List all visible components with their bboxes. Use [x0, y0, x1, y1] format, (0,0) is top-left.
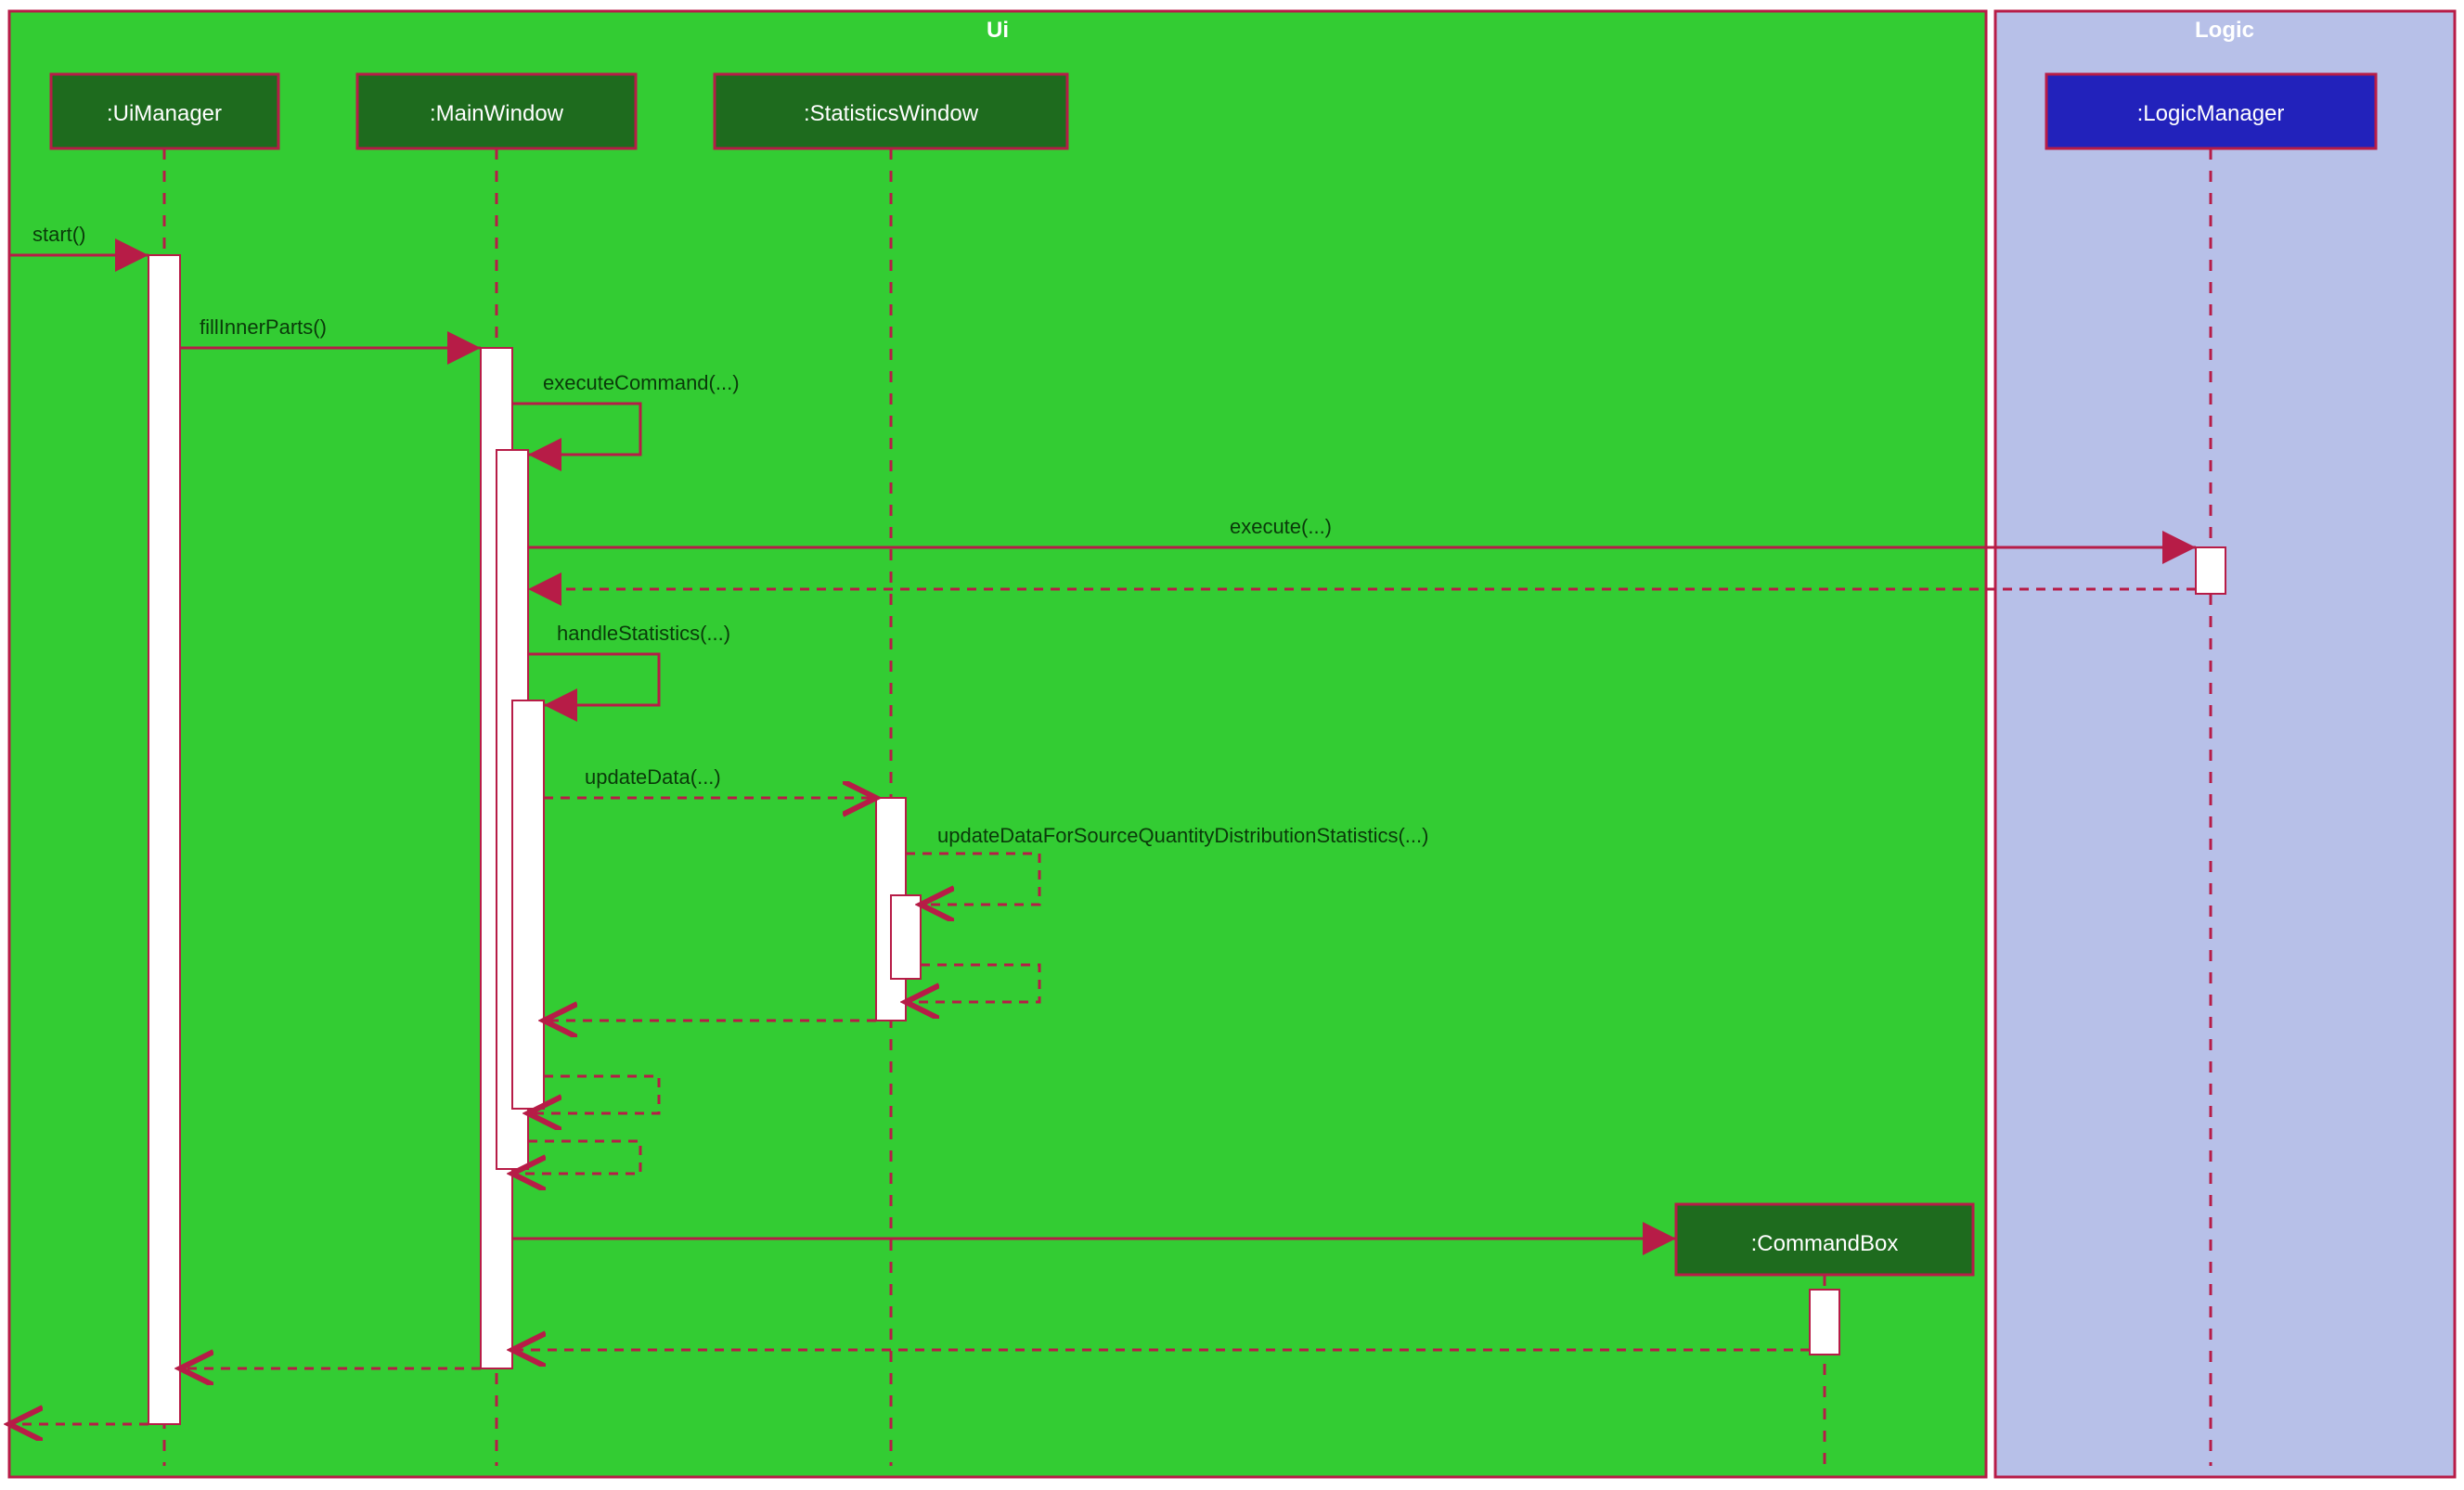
svg-text::CommandBox: :CommandBox	[1751, 1231, 1899, 1256]
activation-statisticswindow-2	[891, 895, 921, 979]
activation-logicmanager	[2196, 547, 2225, 594]
activation-mainwindow-3	[512, 700, 544, 1109]
svg-text::MainWindow: :MainWindow	[430, 101, 564, 126]
lifeline-commandbox-head: :CommandBox	[1676, 1204, 1973, 1275]
msg-handlestatistics-label: handleStatistics(...)	[557, 622, 730, 645]
lifeline-logicmanager-head: :LogicManager	[2046, 74, 2376, 148]
msg-updatedataforsrc-label: updateDataForSourceQuantityDistributionS…	[937, 824, 1428, 847]
msg-execute-label: execute(...)	[1230, 515, 1332, 538]
msg-updatedata-label: updateData(...)	[585, 765, 721, 789]
lifeline-mainwindow-head: :MainWindow	[357, 74, 636, 148]
svg-text::StatisticsWindow: :StatisticsWindow	[804, 101, 979, 126]
msg-fillinnerparts-label: fillInnerParts()	[200, 315, 327, 339]
msg-executecommand-label: executeCommand(...)	[543, 371, 740, 394]
svg-text::LogicManager: :LogicManager	[2137, 101, 2285, 126]
svg-text::UiManager: :UiManager	[107, 101, 222, 126]
frame-logic-title: Logic	[2195, 18, 2254, 43]
lifeline-statisticswindow-head: :StatisticsWindow	[715, 74, 1067, 148]
activation-commandbox	[1810, 1290, 1839, 1355]
frame-logic	[1995, 11, 2455, 1477]
lifeline-uimanager-head: :UiManager	[51, 74, 278, 148]
msg-start-label: start()	[32, 223, 85, 246]
frame-ui-title: Ui	[987, 18, 1009, 43]
activation-uimanager	[148, 255, 180, 1424]
